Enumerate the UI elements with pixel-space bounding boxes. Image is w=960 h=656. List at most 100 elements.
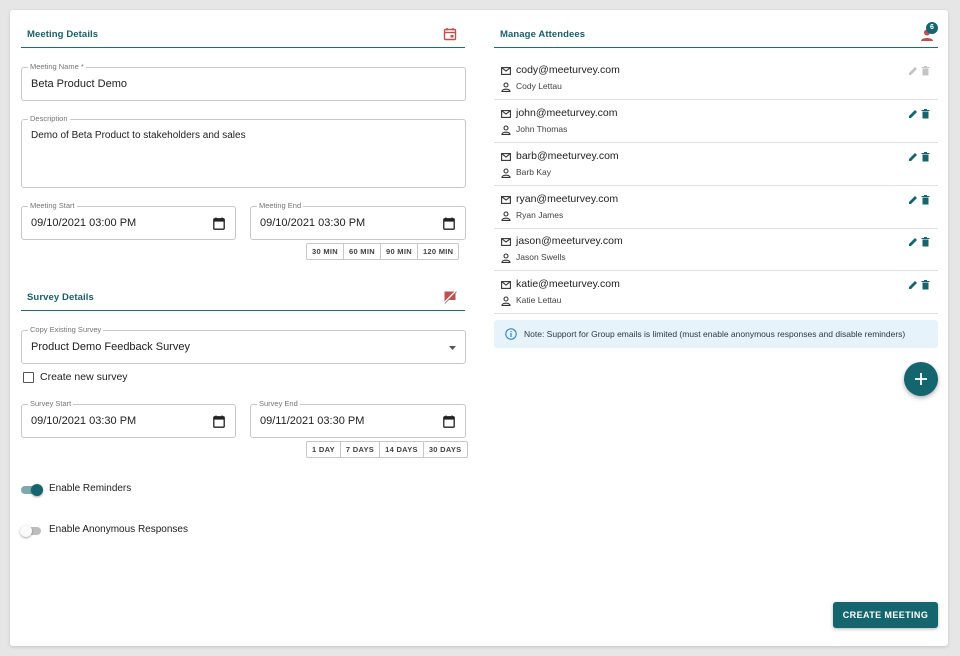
- description-field[interactable]: Description Demo of Beta Product to stak…: [21, 114, 466, 188]
- attendee-row: barb@meeturvey.com Barb Kay: [494, 144, 938, 186]
- description-label: Description: [28, 114, 70, 124]
- create-new-survey-label: Create new survey: [40, 371, 128, 383]
- comment-off-icon: [443, 290, 457, 304]
- manage-attendees-header: Manage Attendees 6: [494, 22, 938, 48]
- calendar-picker-icon[interactable]: [443, 415, 455, 428]
- duration-button-14-days[interactable]: 14 DAYS: [380, 442, 424, 457]
- manage-attendees-title: Manage Attendees: [500, 29, 586, 40]
- person-outline-icon: [501, 168, 511, 178]
- attendee-email: barb@meeturvey.com: [516, 150, 619, 162]
- survey-end-field[interactable]: Survey End 09/11/2021 03:30 PM: [250, 399, 466, 438]
- attendee-name: Cody Lettau: [516, 81, 562, 91]
- anonymous-responses-label: Enable Anonymous Responses: [49, 524, 188, 535]
- reminders-label: Enable Reminders: [49, 483, 132, 494]
- pencil-icon[interactable]: [908, 280, 918, 290]
- trash-icon[interactable]: [921, 237, 930, 247]
- create-new-survey-checkbox[interactable]: [23, 372, 34, 383]
- attendee-name: Jason Swells: [516, 252, 566, 262]
- survey-end-label: Survey End: [257, 399, 300, 409]
- info-icon: [505, 328, 517, 340]
- survey-details-header: Survey Details: [21, 287, 465, 311]
- person-outline-icon: [501, 253, 511, 263]
- attendee-count-badge: 6: [926, 22, 938, 34]
- trash-icon[interactable]: [921, 280, 930, 290]
- survey-end-value: 09/11/2021 03:30 PM: [260, 415, 365, 427]
- person-outline-icon: [501, 125, 511, 135]
- mail-icon: [501, 67, 511, 75]
- attendee-email: katie@meeturvey.com: [516, 278, 620, 290]
- survey-start-value: 09/10/2021 03:30 PM: [31, 415, 137, 427]
- meeting-details-header: Meeting Details: [21, 24, 465, 48]
- meeting-form-card: Meeting Details Meeting Name * Beta Prod…: [10, 10, 948, 646]
- description-value: Demo of Beta Product to stakeholders and…: [31, 130, 246, 141]
- pencil-icon: [909, 67, 917, 75]
- pencil-icon[interactable]: [908, 152, 918, 162]
- reminders-toggle[interactable]: [20, 482, 46, 498]
- meeting-name-field[interactable]: Meeting Name * Beta Product Demo: [21, 62, 466, 101]
- meeting-start-label: Meeting Start: [28, 201, 77, 211]
- duration-button-90-min[interactable]: 90 MIN: [381, 244, 418, 259]
- mail-icon: [501, 110, 511, 118]
- trash-icon: [921, 66, 930, 76]
- mail-icon: [501, 153, 511, 161]
- anonymous-responses-toggle[interactable]: [20, 523, 46, 539]
- pencil-icon[interactable]: [908, 195, 918, 205]
- add-attendee-button[interactable]: [904, 362, 938, 396]
- meeting-end-field[interactable]: Meeting End 09/10/2021 03:30 PM: [250, 201, 466, 240]
- duration-button-30-min[interactable]: 30 MIN: [307, 244, 344, 259]
- duration-button-60-min[interactable]: 60 MIN: [344, 244, 381, 259]
- person-outline-icon: [501, 296, 511, 306]
- attendee-row: john@meeturvey.com John Thomas: [494, 101, 938, 143]
- meeting-end-label: Meeting End: [257, 201, 304, 211]
- dropdown-arrow-icon: [449, 346, 456, 350]
- trash-icon[interactable]: [921, 152, 930, 162]
- calendar-picker-icon[interactable]: [213, 217, 225, 230]
- mail-icon: [501, 196, 511, 204]
- survey-start-label: Survey Start: [28, 399, 74, 409]
- mail-icon: [501, 238, 511, 246]
- duration-button-1-day[interactable]: 1 DAY: [307, 442, 341, 457]
- attendee-email: cody@meeturvey.com: [516, 64, 620, 76]
- meeting-name-label: Meeting Name *: [28, 62, 86, 72]
- person-outline-icon: [501, 82, 511, 92]
- copy-survey-label: Copy Existing Survey: [28, 325, 104, 335]
- attendee-row: katie@meeturvey.com Katie Lettau: [494, 272, 938, 314]
- duration-button-30-days[interactable]: 30 DAYS: [424, 442, 467, 457]
- person-outline-icon: [501, 211, 511, 221]
- survey-duration-group: 1 DAY 7 DAYS 14 DAYS 30 DAYS: [306, 441, 468, 458]
- trash-icon[interactable]: [921, 109, 930, 119]
- attendee-name: John Thomas: [516, 124, 568, 134]
- attendee-name: Ryan James: [516, 210, 564, 220]
- pencil-icon[interactable]: [908, 109, 918, 119]
- attendee-name: Katie Lettau: [516, 295, 562, 305]
- calendar-picker-icon[interactable]: [213, 415, 225, 428]
- calendar-icon: [443, 28, 457, 41]
- attendee-row: ryan@meeturvey.com Ryan James: [494, 187, 938, 229]
- trash-icon[interactable]: [921, 195, 930, 205]
- duration-button-7-days[interactable]: 7 DAYS: [341, 442, 381, 457]
- create-meeting-button[interactable]: CREATE MEETING: [833, 602, 938, 628]
- meeting-end-value: 09/10/2021 03:30 PM: [260, 217, 366, 229]
- survey-details-title: Survey Details: [27, 292, 94, 303]
- attendee-row: jason@meeturvey.com Jason Swells: [494, 229, 938, 271]
- meeting-start-value: 09/10/2021 03:00 PM: [31, 217, 137, 229]
- copy-survey-select[interactable]: Copy Existing Survey Product Demo Feedba…: [21, 325, 466, 364]
- pencil-icon[interactable]: [908, 237, 918, 247]
- meeting-details-title: Meeting Details: [27, 29, 99, 40]
- meeting-duration-group: 30 MIN 60 MIN 90 MIN 120 MIN: [306, 243, 460, 260]
- attendee-name: Barb Kay: [516, 167, 551, 177]
- meeting-start-field[interactable]: Meeting Start 09/10/2021 03:00 PM: [21, 201, 236, 240]
- calendar-picker-icon[interactable]: [443, 217, 455, 230]
- attendee-email: john@meeturvey.com: [516, 107, 618, 119]
- meeting-name-value: Beta Product Demo: [31, 78, 127, 90]
- copy-survey-value: Product Demo Feedback Survey: [31, 341, 190, 353]
- duration-button-120-min[interactable]: 120 MIN: [418, 244, 458, 259]
- attendee-row: cody@meeturvey.com Cody Lettau: [494, 58, 938, 100]
- plus-icon: [915, 373, 927, 385]
- attendee-email: ryan@meeturvey.com: [516, 193, 619, 205]
- mail-icon: [501, 281, 511, 289]
- attendee-email: jason@meeturvey.com: [516, 235, 623, 247]
- group-email-note-text: Note: Support for Group emails is limite…: [524, 329, 906, 339]
- survey-start-field[interactable]: Survey Start 09/10/2021 03:30 PM: [21, 399, 236, 438]
- group-email-note: Note: Support for Group emails is limite…: [494, 320, 938, 348]
